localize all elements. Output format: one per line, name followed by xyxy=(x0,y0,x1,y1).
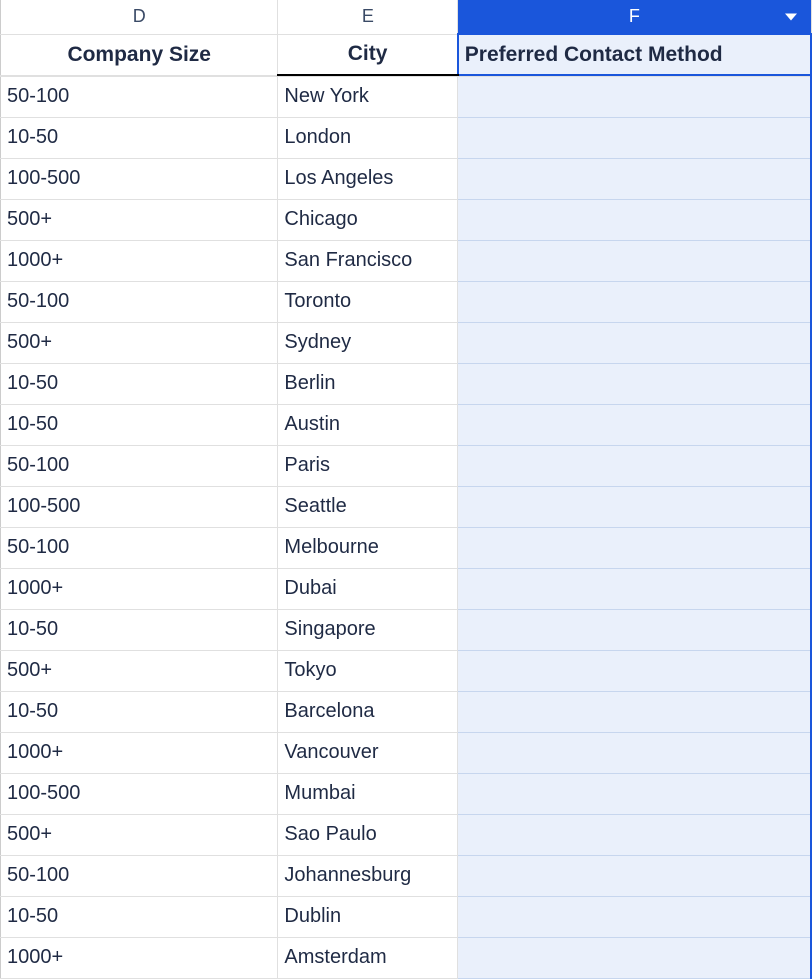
cell-company-size[interactable]: 50-100 xyxy=(1,445,278,486)
cell-city[interactable]: Seattle xyxy=(278,486,458,527)
table-row: 1000+Vancouver xyxy=(1,732,812,773)
cell-city[interactable]: Amsterdam xyxy=(278,937,458,978)
cell-company-size[interactable]: 1000+ xyxy=(1,240,278,281)
cell-preferred-contact[interactable] xyxy=(458,527,811,568)
column-header-e[interactable]: E xyxy=(278,0,458,34)
cell-preferred-contact[interactable] xyxy=(458,281,811,322)
cell-company-size[interactable]: 50-100 xyxy=(1,855,278,896)
table-row: 10-50Berlin xyxy=(1,363,812,404)
cell-company-size[interactable]: 10-50 xyxy=(1,609,278,650)
table-row: 500+Sydney xyxy=(1,322,812,363)
cell-city[interactable]: Barcelona xyxy=(278,691,458,732)
table-row: 500+Chicago xyxy=(1,199,812,240)
table-row: 1000+San Francisco xyxy=(1,240,812,281)
cell-city[interactable]: Johannesburg xyxy=(278,855,458,896)
cell-preferred-contact[interactable] xyxy=(458,486,811,527)
cell-company-size[interactable]: 10-50 xyxy=(1,363,278,404)
cell-city[interactable]: Sao Paulo xyxy=(278,814,458,855)
table-row: 100-500Mumbai xyxy=(1,773,812,814)
cell-company-size[interactable]: 500+ xyxy=(1,650,278,691)
cell-preferred-contact[interactable] xyxy=(458,363,811,404)
cell-city[interactable]: Los Angeles xyxy=(278,158,458,199)
cell-city[interactable]: Dubai xyxy=(278,568,458,609)
cell-preferred-contact[interactable] xyxy=(458,855,811,896)
cell-preferred-contact[interactable] xyxy=(458,732,811,773)
cell-company-size[interactable]: 100-500 xyxy=(1,158,278,199)
cell-company-size[interactable]: 500+ xyxy=(1,322,278,363)
table-row: 50-100New York xyxy=(1,76,812,117)
table-row: 10-50Dublin xyxy=(1,896,812,937)
cell-preferred-contact[interactable] xyxy=(458,76,811,117)
cell-company-size[interactable]: 10-50 xyxy=(1,896,278,937)
column-letter-f: F xyxy=(629,6,640,26)
cell-company-size[interactable]: 500+ xyxy=(1,199,278,240)
cell-company-size[interactable]: 1000+ xyxy=(1,732,278,773)
cell-preferred-contact[interactable] xyxy=(458,404,811,445)
cell-preferred-contact[interactable] xyxy=(458,445,811,486)
cell-company-size[interactable]: 1000+ xyxy=(1,937,278,978)
column-letter-row: D E F xyxy=(1,0,812,34)
cell-preferred-contact[interactable] xyxy=(458,117,811,158)
cell-city[interactable]: San Francisco xyxy=(278,240,458,281)
table-row: 1000+Dubai xyxy=(1,568,812,609)
cell-company-size[interactable]: 1000+ xyxy=(1,568,278,609)
spreadsheet-grid[interactable]: D E F Company Size City Preferred Contac… xyxy=(0,0,812,979)
cell-preferred-contact[interactable] xyxy=(458,322,811,363)
cell-city[interactable]: Toronto xyxy=(278,281,458,322)
cell-preferred-contact[interactable] xyxy=(458,199,811,240)
cell-city[interactable]: Austin xyxy=(278,404,458,445)
table-header-row: Company Size City Preferred Contact Meth… xyxy=(1,34,812,75)
cell-city[interactable]: Melbourne xyxy=(278,527,458,568)
column-header-f[interactable]: F xyxy=(458,0,811,34)
cell-company-size[interactable]: 50-100 xyxy=(1,76,278,117)
cell-preferred-contact[interactable] xyxy=(458,691,811,732)
table-row: 10-50Austin xyxy=(1,404,812,445)
cell-preferred-contact[interactable] xyxy=(458,937,811,978)
table-row: 10-50Barcelona xyxy=(1,691,812,732)
cell-city[interactable]: Sydney xyxy=(278,322,458,363)
table-row: 1000+Amsterdam xyxy=(1,937,812,978)
cell-company-size[interactable]: 100-500 xyxy=(1,773,278,814)
cell-city[interactable]: Tokyo xyxy=(278,650,458,691)
header-preferred-contact[interactable]: Preferred Contact Method xyxy=(458,34,811,75)
cell-preferred-contact[interactable] xyxy=(458,814,811,855)
cell-preferred-contact[interactable] xyxy=(458,773,811,814)
header-city[interactable]: City xyxy=(278,34,458,75)
cell-city[interactable]: New York xyxy=(278,76,458,117)
table-row: 100-500Seattle xyxy=(1,486,812,527)
cell-company-size[interactable]: 500+ xyxy=(1,814,278,855)
cell-preferred-contact[interactable] xyxy=(458,568,811,609)
table-row: 50-100Toronto xyxy=(1,281,812,322)
column-header-d[interactable]: D xyxy=(1,0,278,34)
cell-company-size[interactable]: 50-100 xyxy=(1,527,278,568)
table-row: 500+Sao Paulo xyxy=(1,814,812,855)
cell-preferred-contact[interactable] xyxy=(458,240,811,281)
cell-city[interactable]: Berlin xyxy=(278,363,458,404)
cell-company-size[interactable]: 10-50 xyxy=(1,404,278,445)
table-row: 500+Tokyo xyxy=(1,650,812,691)
cell-city[interactable]: Chicago xyxy=(278,199,458,240)
column-dropdown-icon[interactable] xyxy=(785,13,797,20)
cell-preferred-contact[interactable] xyxy=(458,609,811,650)
cell-company-size[interactable]: 10-50 xyxy=(1,691,278,732)
cell-city[interactable]: Paris xyxy=(278,445,458,486)
table-row: 100-500Los Angeles xyxy=(1,158,812,199)
cell-preferred-contact[interactable] xyxy=(458,896,811,937)
cell-company-size[interactable]: 50-100 xyxy=(1,281,278,322)
cell-city[interactable]: Vancouver xyxy=(278,732,458,773)
cell-city[interactable]: Dublin xyxy=(278,896,458,937)
cell-company-size[interactable]: 10-50 xyxy=(1,117,278,158)
table-row: 10-50London xyxy=(1,117,812,158)
cell-company-size[interactable]: 100-500 xyxy=(1,486,278,527)
table-row: 50-100Paris xyxy=(1,445,812,486)
cell-city[interactable]: London xyxy=(278,117,458,158)
cell-preferred-contact[interactable] xyxy=(458,650,811,691)
header-company-size[interactable]: Company Size xyxy=(1,34,278,75)
cell-city[interactable]: Mumbai xyxy=(278,773,458,814)
cell-preferred-contact[interactable] xyxy=(458,158,811,199)
cell-city[interactable]: Singapore xyxy=(278,609,458,650)
table-row: 10-50Singapore xyxy=(1,609,812,650)
table-row: 50-100Johannesburg xyxy=(1,855,812,896)
table-row: 50-100Melbourne xyxy=(1,527,812,568)
